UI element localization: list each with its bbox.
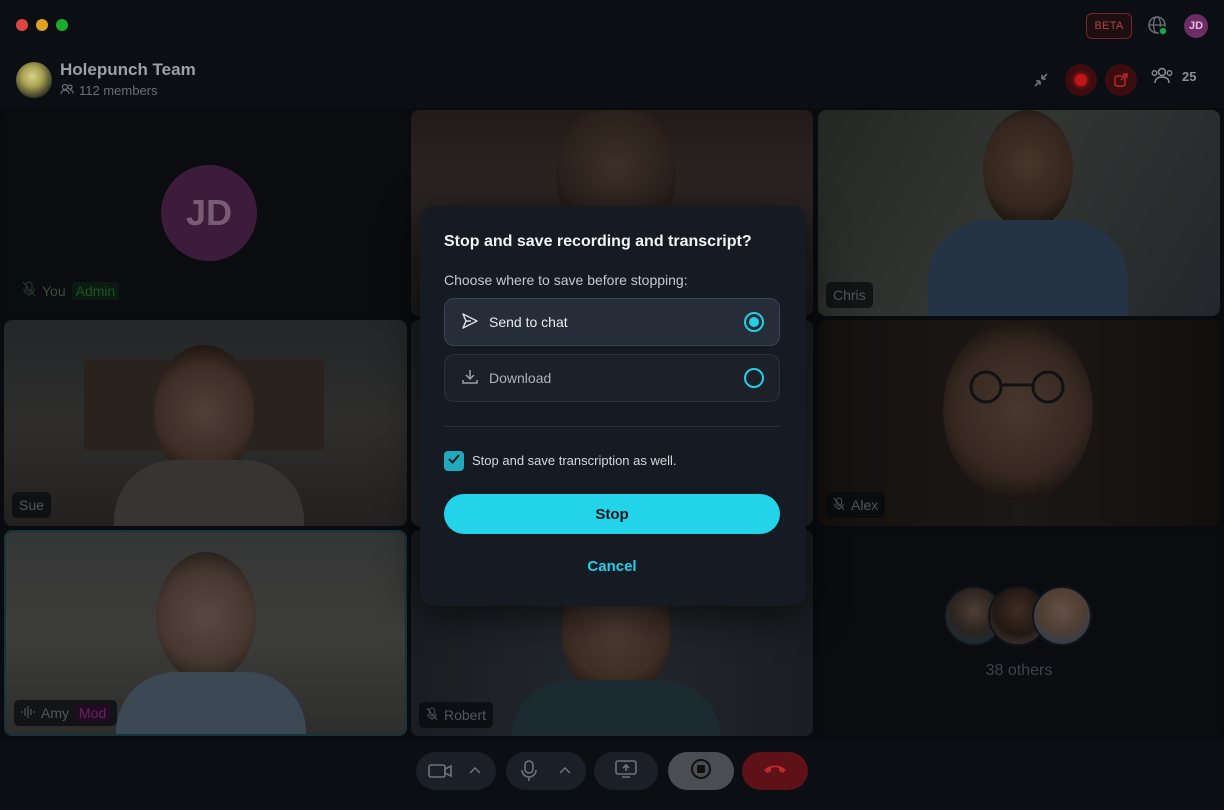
option-download[interactable]: Download [444, 354, 780, 402]
stop-record-icon [690, 758, 712, 785]
members-icon [60, 83, 74, 98]
download-icon [461, 368, 479, 389]
name-tag-chris: Chris [826, 282, 873, 308]
send-icon [461, 312, 479, 333]
dialog-subtitle: Choose where to save before stopping: [444, 272, 688, 288]
sue-name: Sue [19, 497, 44, 513]
other-avatar [1032, 586, 1092, 646]
transcription-checkbox-label[interactable]: Stop and save transcription as well. [472, 453, 677, 468]
send-to-chat-radio[interactable] [744, 312, 764, 332]
name-tag-sue: Sue [12, 492, 51, 518]
checkmark-icon [447, 452, 461, 470]
shirt [116, 672, 306, 734]
stop-recording-button[interactable] [668, 752, 734, 790]
amy-name: Amy [41, 705, 69, 721]
mic-muted-icon [22, 281, 36, 300]
speaking-icon [21, 705, 35, 722]
microphone-group [506, 752, 586, 790]
dialog-title: Stop and save recording and transcript? [444, 233, 752, 250]
minimize-window-button[interactable] [36, 19, 48, 31]
participants-icon [1150, 66, 1174, 87]
hang-up-icon [762, 762, 788, 781]
mic-muted-icon [833, 496, 845, 514]
mic-muted-icon [426, 706, 438, 724]
camera-group [416, 752, 496, 790]
chevron-up-icon[interactable] [558, 764, 572, 782]
title-bar: BETA JD [0, 0, 1224, 52]
robert-name: Robert [444, 707, 487, 723]
screen-share-button[interactable] [594, 752, 658, 790]
name-tag-robert: Robert [419, 702, 494, 728]
mod-badge: Mod [75, 704, 111, 722]
jacket [114, 460, 304, 526]
hang-up-button[interactable] [742, 752, 808, 790]
microphone-icon[interactable] [520, 760, 538, 787]
stop-button[interactable]: Stop [444, 494, 780, 534]
tile-others[interactable]: 38 others [818, 530, 1220, 736]
others-avatars [944, 586, 1094, 648]
admin-badge: Admin [71, 281, 120, 300]
cancel-button[interactable]: Cancel [444, 554, 780, 578]
option-send-to-chat[interactable]: Send to chat [444, 298, 780, 346]
you-name: You [42, 282, 66, 299]
participant-count: 25 [1182, 69, 1197, 84]
name-tag-alex: Alex [826, 492, 886, 518]
participants-button[interactable]: 25 [1150, 66, 1196, 87]
name-tag-amy: Amy Mod [14, 700, 118, 726]
tile-chris[interactable]: Chris [818, 110, 1220, 316]
tile-alex[interactable]: Alex [818, 320, 1220, 526]
minimize-icon[interactable] [1025, 64, 1057, 96]
camera-icon[interactable] [428, 762, 454, 785]
you-avatar: JD [161, 165, 257, 261]
members-count: 112 members [79, 83, 158, 98]
close-window-button[interactable] [16, 19, 28, 31]
send-to-chat-label: Send to chat [489, 314, 568, 330]
chevron-up-icon[interactable] [468, 764, 482, 782]
globe-icon[interactable] [1147, 15, 1169, 37]
alex-name: Alex [851, 497, 879, 513]
chris-name: Chris [833, 287, 866, 303]
share-icon[interactable] [1105, 64, 1137, 96]
app-window: BETA JD Holepunch Team 112 members 25 JD [0, 0, 1224, 810]
team-name: Holepunch Team [60, 60, 196, 79]
call-header: Holepunch Team 112 members 25 [0, 52, 1224, 108]
transcription-checkbox[interactable] [444, 451, 464, 471]
you-name-tag: You Admin [22, 281, 120, 300]
call-controls [0, 742, 1224, 802]
download-radio[interactable] [744, 368, 764, 388]
dialog-divider [444, 426, 780, 427]
team-members: 112 members [60, 83, 158, 98]
maximize-window-button[interactable] [56, 19, 68, 31]
screen-share-icon [615, 759, 637, 784]
tile-you[interactable]: JD You Admin [4, 110, 407, 316]
others-count: 38 others [985, 662, 1053, 679]
tile-sue[interactable]: Sue [4, 320, 407, 526]
download-label: Download [489, 370, 552, 386]
glasses [956, 370, 1078, 404]
stop-recording-dialog: Stop and save recording and transcript? … [420, 206, 806, 606]
shirt [511, 680, 721, 736]
user-avatar[interactable]: JD [1184, 14, 1208, 38]
team-logo [16, 62, 52, 98]
record-icon[interactable] [1065, 64, 1097, 96]
tile-amy[interactable]: Amy Mod [4, 530, 407, 736]
beta-badge: BETA [1086, 13, 1132, 39]
shirt [928, 220, 1128, 316]
